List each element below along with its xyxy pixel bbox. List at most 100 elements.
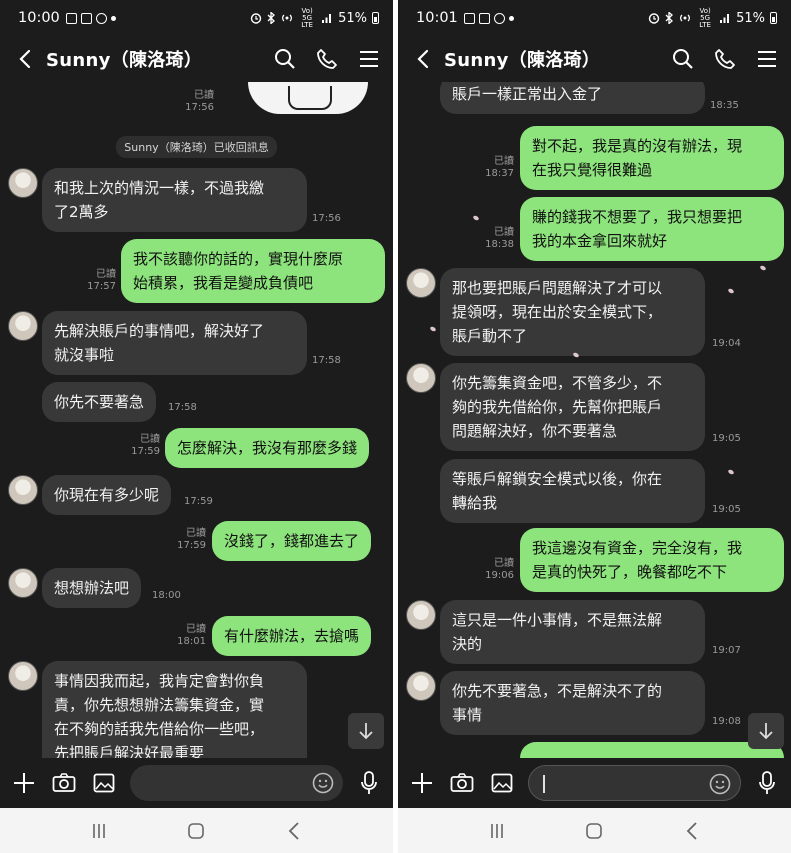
search-button[interactable] [671, 47, 695, 71]
contact-avatar[interactable] [406, 363, 436, 393]
back-nav-button[interactable] [279, 816, 309, 846]
incoming-message: 那也要把賬戶問題解決了才可以 提領呀，現在出於安全模式下， 賬戶動不了 [440, 268, 705, 356]
arrow-down-icon [359, 723, 373, 740]
emoji-icon [709, 773, 731, 795]
image-icon [491, 773, 513, 793]
back-button[interactable] [410, 44, 436, 74]
menu-button[interactable] [755, 47, 779, 71]
voice-button[interactable] [355, 769, 383, 797]
outgoing-message: 我這邊沒有資金，完全沒有，我 是真的快死了，晚餐都吃不下 [520, 528, 784, 592]
system-navigation-bar [398, 808, 791, 853]
recent-apps-button[interactable] [84, 816, 114, 846]
contact-avatar[interactable] [8, 568, 38, 598]
home-button[interactable] [181, 816, 211, 846]
voice-button[interactable] [753, 769, 781, 797]
outgoing-message: 賺的錢我不想要了，我只想要把 我的本金拿回來就好 [520, 197, 784, 261]
network-type: Vo) 5G LTE [301, 6, 313, 29]
contact-avatar[interactable] [406, 600, 436, 630]
chat-icon [493, 12, 505, 24]
petal-decoration [727, 287, 735, 295]
read-receipt: 已讀 17:57 [87, 269, 116, 292]
back-nav-icon [686, 821, 697, 840]
plus-icon [14, 773, 34, 793]
menu-icon [360, 51, 378, 67]
message-time: 18:00 [152, 590, 181, 601]
home-icon [188, 822, 205, 839]
camera-button[interactable] [448, 769, 476, 797]
message-time: 17:56 [312, 213, 341, 224]
contact-avatar[interactable] [406, 671, 436, 701]
microphone-icon [759, 771, 775, 794]
incoming-message: 你先不要著急 [42, 382, 157, 422]
outgoing-message: 我不該聽你的話的，實現什麼原 始積累，我看是變成負債吧 [121, 239, 385, 303]
app-icon [478, 12, 490, 24]
microphone-icon [361, 771, 377, 794]
message-time: 18:35 [710, 100, 739, 111]
scroll-to-bottom-button[interactable] [348, 713, 384, 749]
recent-apps-icon [93, 823, 105, 838]
contact-avatar[interactable] [406, 268, 436, 298]
left-phone-screen: 10:00 Vo) 5G LTE 51% Sunny（陳洛琦） 已讀 17:56… [0, 0, 393, 853]
message-time: 19:07 [712, 645, 741, 656]
chevron-left-icon [19, 49, 31, 69]
petal-decoration [429, 325, 437, 333]
message-time: 19:04 [712, 338, 741, 349]
message-list[interactable]: 已讀 17:56 Sunny（陳洛琦）已收回訊息 和我上次的情況一樣，不過我繳 了… [0, 82, 393, 758]
menu-button[interactable] [357, 47, 381, 71]
contact-avatar[interactable] [8, 475, 38, 505]
battery-icon [372, 12, 379, 24]
gallery-button[interactable] [90, 769, 118, 797]
app-icon [80, 12, 92, 24]
back-nav-button[interactable] [677, 816, 707, 846]
status-time: 10:00 [18, 10, 60, 26]
home-icon [586, 822, 603, 839]
camera-icon [450, 773, 474, 792]
add-button[interactable] [408, 769, 436, 797]
add-button[interactable] [10, 769, 38, 797]
status-bar: 10:00 Vo) 5G LTE 51% [0, 0, 393, 36]
incoming-message: 你現在有多少呢 [42, 475, 172, 515]
camera-button[interactable] [50, 769, 78, 797]
incoming-message: 你先不要著急，不是解決不了的 事情 [440, 671, 705, 735]
contact-avatar[interactable] [8, 311, 38, 341]
recent-apps-button[interactable] [482, 816, 512, 846]
call-button[interactable] [315, 47, 339, 71]
read-receipt: 已讀 19:06 [485, 558, 514, 581]
message-list[interactable]: 賬戶一樣正常出入金了 18:35 已讀 18:37 對不起，我是真的沒有辦法，現 … [398, 82, 791, 758]
gallery-icon [463, 12, 475, 24]
contact-avatar[interactable] [8, 168, 38, 198]
gallery-button[interactable] [488, 769, 516, 797]
search-icon [673, 49, 693, 69]
incoming-message: 等賬戶解鎖安全模式以後，你在 轉給我 [440, 459, 705, 523]
incoming-message: 想想辦法吧 [42, 568, 142, 608]
incoming-message: 你先籌集資金吧，不管多少，不 夠的我先借給你，先幫你把賬戶 問題解決好，你不要著… [440, 363, 705, 451]
message-input[interactable] [130, 765, 343, 801]
bluetooth-icon [267, 12, 276, 24]
alarm-icon [648, 13, 660, 24]
camera-icon [52, 773, 76, 792]
message-input[interactable] [528, 765, 741, 801]
signal-icon [720, 14, 730, 23]
emoji-button[interactable] [311, 771, 335, 795]
incoming-message: 和我上次的情況一樣，不過我繳 了2萬多 [42, 168, 307, 232]
chat-icon [95, 12, 107, 24]
chat-header: Sunny（陳洛琦） [398, 36, 791, 82]
read-receipt: 已讀 17:56 [185, 90, 214, 113]
incoming-message: 這只是一件小事情，不是無法解 決的 [440, 600, 705, 664]
scroll-to-bottom-button[interactable] [748, 713, 784, 749]
status-time: 10:01 [416, 10, 458, 26]
notification-icons [65, 12, 116, 24]
back-button[interactable] [12, 44, 38, 74]
message-time: 17:59 [184, 496, 213, 507]
hotspot-icon [282, 14, 292, 22]
search-button[interactable] [273, 47, 297, 71]
petal-decoration [759, 264, 767, 272]
message-time: 17:58 [312, 355, 341, 366]
emoji-button[interactable] [708, 772, 732, 796]
call-button[interactable] [713, 47, 737, 71]
contact-avatar[interactable] [8, 661, 38, 691]
emoji-icon [312, 772, 334, 794]
home-button[interactable] [579, 816, 609, 846]
back-nav-icon [288, 821, 299, 840]
outgoing-message: 對不起，我是真的沒有辦法，現 在我只覺得很難過 [520, 126, 784, 190]
